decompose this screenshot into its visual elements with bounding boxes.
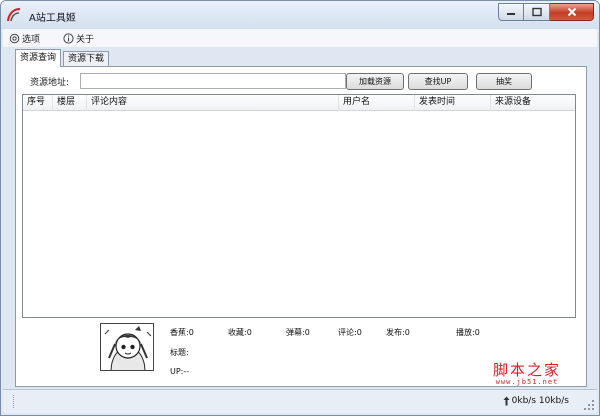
column-header-device[interactable]: 来源设备: [491, 95, 575, 111]
resize-grip-icon[interactable]: [583, 399, 595, 411]
stat-favorites: 收藏:0: [228, 328, 252, 337]
minimize-button[interactable]: [498, 3, 524, 21]
watermark-text: 脚本之家: [492, 361, 561, 379]
maximize-icon: [531, 7, 542, 17]
transfer-speed: 0kb/s 10kb/s: [503, 396, 569, 406]
resource-uploader: UP:--: [170, 367, 190, 376]
resource-query-panel: 资源地址: 加载资源 查找UP 抽奖 序号 楼层 评论内容 用户名 发表时间 来…: [15, 66, 587, 387]
resource-title: 标题:: [170, 348, 189, 357]
mascot-icon: [104, 326, 152, 370]
comments-table[interactable]: 序号 楼层 评论内容 用户名 发表时间 来源设备: [22, 94, 576, 318]
close-button[interactable]: [550, 3, 594, 21]
column-header-floor[interactable]: 楼层: [53, 95, 87, 111]
address-label: 资源地址:: [30, 78, 70, 88]
watermark-url: www.jb51.net: [495, 378, 559, 386]
watermark: 脚本之家 www.jb51.net: [472, 359, 582, 387]
table-header: 序号 楼层 评论内容 用户名 发表时间 来源设备: [23, 95, 575, 111]
arrow-up-icon: [503, 396, 510, 406]
menu-options[interactable]: 选项: [9, 31, 40, 45]
info-icon: [63, 32, 74, 44]
minimize-icon: [507, 13, 515, 15]
window-controls: [498, 3, 594, 21]
menu-about-label: 关于: [76, 34, 95, 45]
find-up-button[interactable]: 查找UP: [408, 73, 468, 90]
tab-resource-download[interactable]: 资源下载: [63, 51, 110, 66]
tab-resource-query[interactable]: 资源查询: [15, 49, 62, 67]
title-bar[interactable]: A站工具姬: [1, 1, 599, 29]
status-bar: 0kb/s 10kb/s: [3, 389, 597, 413]
window-title: A站工具姬: [29, 13, 76, 24]
column-header-seq[interactable]: 序号: [23, 95, 53, 111]
menu-options-label: 选项: [22, 34, 41, 45]
app-logo-icon: [6, 7, 21, 22]
close-icon: [567, 7, 576, 17]
cover-thumbnail: [100, 323, 154, 371]
load-resource-button[interactable]: 加载资源: [346, 73, 404, 90]
resource-info: 香蕉:0 收藏:0 弹幕:0 评论:0 发布:0 播放:0 标题: UP:-- …: [16, 319, 586, 387]
app-window: A站工具姬 选项 关于 资源查询 资源下载 资源地址: 加载资源 查找UP 抽奖…: [0, 0, 600, 416]
maximize-button[interactable]: [524, 3, 550, 21]
column-header-content[interactable]: 评论内容: [87, 95, 339, 111]
column-header-post-time[interactable]: 发表时间: [415, 95, 491, 111]
status-grip: [13, 395, 16, 408]
speed-text: 0kb/s 10kb/s: [511, 396, 569, 406]
gear-icon: [9, 33, 20, 43]
stat-comments: 评论:0: [338, 328, 362, 337]
stat-published: 发布:0: [386, 328, 410, 337]
stat-danmaku: 弹幕:0: [286, 328, 310, 337]
stat-bananas: 香蕉:0: [170, 328, 194, 337]
menu-bar: 选项 关于: [3, 29, 597, 47]
menu-about[interactable]: 关于: [63, 31, 94, 45]
lottery-button[interactable]: 抽奖: [476, 73, 532, 90]
stat-plays: 播放:0: [456, 328, 480, 337]
column-header-username[interactable]: 用户名: [339, 95, 415, 111]
address-input[interactable]: [80, 73, 346, 89]
